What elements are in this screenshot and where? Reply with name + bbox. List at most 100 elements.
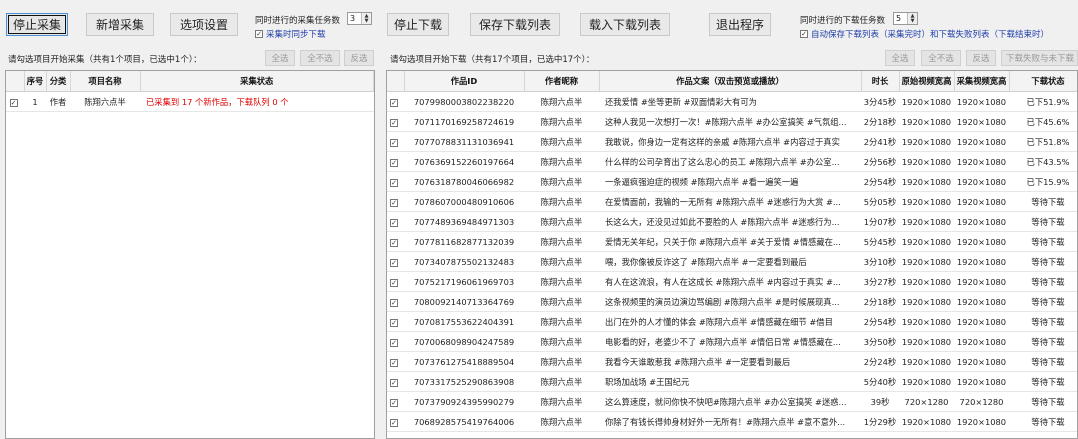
column-header[interactable]: 作品文案（双击预览或播放） (599, 71, 862, 92)
row-checkbox[interactable]: ✓ (6, 91, 24, 112)
add-collect-button[interactable]: 新增采集 (86, 13, 154, 36)
checkbox-icon[interactable]: ✓ (390, 358, 398, 367)
column-header[interactable]: 序号 (24, 71, 47, 92)
stop-download-button[interactable]: 停止下载 (387, 13, 449, 36)
checkbox-icon[interactable]: ✓ (390, 318, 398, 327)
checkbox-icon[interactable]: ✓ (390, 298, 398, 307)
checkbox-icon[interactable]: ✓ (390, 238, 398, 247)
checkbox-icon[interactable]: ✓ (9, 98, 18, 107)
row-coll-size: 1920×1080 (954, 251, 1009, 272)
row-checkbox[interactable]: ✓ (387, 351, 404, 372)
column-header[interactable]: 采集视频宽高 (954, 71, 1010, 92)
checkbox-icon[interactable]: ✓ (800, 30, 808, 38)
column-header[interactable]: 分类 (46, 71, 71, 92)
table-row[interactable]: ✓ 7076318780046066982 陈翔六点半 一条逼疯强迫症的视频 #陈翔六… (387, 171, 1077, 192)
column-header[interactable]: 时长 (861, 71, 900, 92)
row-checkbox[interactable]: ✓ (387, 311, 404, 332)
failed-undownloaded-button[interactable]: 下载失败与未下载 (1001, 50, 1078, 66)
options-button[interactable]: 选项设置 (170, 13, 238, 36)
stop-collect-button[interactable]: 停止采集 (6, 13, 68, 36)
collect-list-panel[interactable]: 序号 分类 项目名称 采集状态 ✓ 1 作者 陈翔六点半 已采集到 17 个新作品，下载… (5, 70, 375, 439)
checkbox-icon[interactable]: ✓ (390, 98, 398, 107)
table-row[interactable]: ✓ 7073790924395990279 陈翔六点半 这么算速度，就问你快不快吧#陈… (387, 391, 1077, 412)
column-header[interactable]: 采集状态 (140, 71, 374, 92)
spinner-arrows-icon[interactable]: ▲ ▼ (907, 13, 917, 24)
collect-select-all-button[interactable]: 全选 (265, 50, 295, 66)
row-checkbox[interactable]: ✓ (387, 251, 404, 272)
row-checkbox[interactable]: ✓ (387, 331, 404, 352)
row-checkbox[interactable]: ✓ (387, 391, 404, 412)
checkbox-icon[interactable]: ✓ (390, 378, 398, 387)
row-caption: 什么样的公司孕育出了这么忠心的员工 #陈翔六点半 #办公室... (599, 151, 861, 172)
checkbox-column-header[interactable] (387, 71, 405, 92)
auto-save-checkbox[interactable]: ✓ 自动保存下载列表（采集完时）和下载失败列表（下载结束时） (800, 28, 1049, 40)
download-invert-button[interactable]: 反选 (966, 50, 996, 66)
row-checkbox[interactable]: ✓ (387, 191, 404, 212)
row-checkbox[interactable]: ✓ (387, 411, 404, 432)
load-download-list-button[interactable]: 载入下载列表 (580, 13, 670, 36)
table-row[interactable]: ✓ 7078607000480910606 陈翔六点半 在爱情面前，我输的一无所有 #… (387, 191, 1077, 212)
row-coll-size: 1920×1080 (954, 91, 1009, 112)
checkbox-icon[interactable]: ✓ (390, 118, 398, 127)
table-row[interactable]: ✓ 7077078831131036941 陈翔六点半 我敢说，你身边一定有这样的亲戚… (387, 131, 1077, 152)
collect-concurrency-spinner[interactable]: 3 ▲ ▼ (347, 12, 372, 25)
collect-invert-button[interactable]: 反选 (344, 50, 374, 66)
table-row[interactable]: ✓ 7071170169258724619 陈翔六点半 这种人我见一次想打一次！#陈翔… (387, 111, 1077, 132)
checkbox-icon[interactable]: ✓ (390, 278, 398, 287)
column-header[interactable]: 下载状态 (1009, 71, 1077, 92)
download-select-none-button[interactable]: 全不选 (921, 50, 961, 66)
row-author: 陈翔六点半 (524, 111, 599, 132)
row-status: 等待下载 (1009, 271, 1077, 292)
download-list-panel[interactable]: 作品ID 作者昵称 作品文案（双击预览或播放） 时长 原始视频宽高 采集视频宽高… (386, 70, 1078, 439)
row-checkbox[interactable]: ✓ (387, 291, 404, 312)
table-row[interactable]: ✓ 7076369152260197664 陈翔六点半 什么样的公司孕育出了这么忠心的… (387, 151, 1077, 172)
row-caption: 我看今天谁敢惹我 #陈翔六点半 #一定要看到最后 (599, 351, 861, 372)
column-header[interactable]: 作者昵称 (524, 71, 600, 92)
row-orig-size: 1920×1080 (899, 211, 954, 232)
row-checkbox[interactable]: ✓ (387, 131, 404, 152)
table-row[interactable]: ✓ 7073407875502132483 陈翔六点半 喂，我你像被反诈这了 #陈翔六… (387, 251, 1077, 272)
row-checkbox[interactable]: ✓ (387, 211, 404, 232)
download-concurrency-spinner[interactable]: 5 ▲ ▼ (893, 12, 918, 25)
table-row[interactable]: ✓ 7075217196061969703 陈翔六点半 有人在这流浪，有人在这成长 #… (387, 271, 1077, 292)
spinner-arrows-icon[interactable]: ▲ ▼ (361, 13, 371, 24)
checkbox-icon[interactable]: ✓ (390, 198, 398, 207)
table-row[interactable]: ✓ 7070068098904247589 陈翔六点半 电影看的好，老婆少不了 #陈翔… (387, 331, 1077, 352)
column-header[interactable]: 项目名称 (70, 71, 141, 92)
row-checkbox[interactable]: ✓ (387, 271, 404, 292)
table-row[interactable]: ✓ 7073317525290863908 陈翔六点半 职场加战场 #王国纪元 5分40… (387, 371, 1077, 392)
column-header[interactable]: 原始视频宽高 (899, 71, 955, 92)
table-row[interactable]: ✓ 7079980003802238220 陈翔六点半 还我爱情 #坐等更新 #双面情… (387, 91, 1077, 112)
checkbox-icon[interactable]: ✓ (390, 158, 398, 167)
table-row[interactable]: ✓ 7077811682877132039 陈翔六点半 爱情无关年纪，只关于你 #陈翔… (387, 231, 1077, 252)
table-row[interactable]: ✓ 7070817553622404391 陈翔六点半 出门在外的人才懂的体会 #陈翔… (387, 311, 1077, 332)
exit-button[interactable]: 退出程序 (709, 13, 771, 36)
row-author: 陈翔六点半 (524, 371, 599, 392)
table-row[interactable]: ✓ 7080092140713364769 陈翔六点半 这条视频里的演员边演边骂编剧 … (387, 291, 1077, 312)
table-row[interactable]: ✓ 1 作者 陈翔六点半 已采集到 17 个新作品，下载队列 0 个 (6, 91, 374, 112)
row-orig-size: 1920×1080 (899, 191, 954, 212)
row-checkbox[interactable]: ✓ (387, 231, 404, 252)
checkbox-icon[interactable]: ✓ (390, 338, 398, 347)
checkbox-icon[interactable]: ✓ (390, 218, 398, 227)
row-checkbox[interactable]: ✓ (387, 91, 404, 112)
table-row[interactable]: ✓ 7073761275418889504 陈翔六点半 我看今天谁敢惹我 #陈翔六点半… (387, 351, 1077, 372)
save-download-list-button[interactable]: 保存下载列表 (470, 13, 560, 36)
checkbox-icon[interactable]: ✓ (390, 258, 398, 267)
row-checkbox[interactable]: ✓ (387, 151, 404, 172)
checkbox-icon[interactable]: ✓ (390, 138, 398, 147)
row-checkbox[interactable]: ✓ (387, 171, 404, 192)
row-checkbox[interactable]: ✓ (387, 371, 404, 392)
row-checkbox[interactable]: ✓ (387, 111, 404, 132)
checkbox-column-header[interactable] (6, 71, 25, 92)
download-select-all-button[interactable]: 全选 (885, 50, 915, 66)
checkbox-icon[interactable]: ✓ (390, 398, 398, 407)
checkbox-icon[interactable]: ✓ (390, 178, 398, 187)
checkbox-icon[interactable]: ✓ (390, 418, 398, 427)
checkbox-icon[interactable]: ✓ (255, 30, 263, 38)
table-row[interactable]: ✓ 7068928575419764006 陈翔六点半 你除了有钱长得帅身材好外一无所… (387, 411, 1077, 432)
table-row[interactable]: ✓ 7077489369484971303 陈翔六点半 长这么大，还没见过如此不要脸的… (387, 211, 1077, 232)
column-header[interactable]: 作品ID (404, 71, 525, 92)
sync-download-checkbox[interactable]: ✓ 采集时同步下载 (255, 28, 326, 40)
collect-select-none-button[interactable]: 全不选 (300, 50, 340, 66)
